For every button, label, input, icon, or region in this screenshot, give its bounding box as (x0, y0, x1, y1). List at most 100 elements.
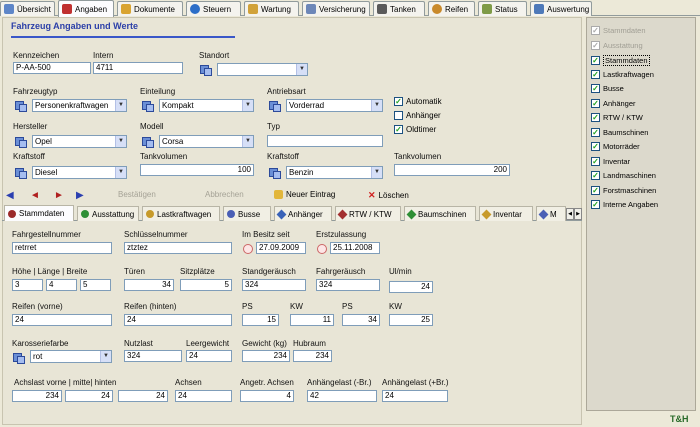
reifen-vorne-input[interactable]: 24 (12, 314, 112, 326)
category-item[interactable]: ✓ Baumschinen (591, 127, 648, 137)
kraftstoff1-picker-icon[interactable] (15, 167, 27, 179)
erstzulassung-input[interactable]: 25.11.2008 (330, 242, 380, 254)
subtab-lastkraftwagen[interactable]: Lastkraftwagen (142, 206, 220, 221)
schluesselnummer-input[interactable]: ztztez (124, 242, 232, 254)
fahrgeraeusch-input[interactable]: 324 (316, 279, 380, 291)
subtab-more[interactable]: M (536, 206, 566, 221)
scroll-right-icon[interactable]: ▶ (574, 208, 582, 220)
fahrzeugtyp-picker-icon[interactable] (15, 100, 27, 112)
neuer-eintrag-button[interactable]: Neuer Eintrag (274, 190, 335, 199)
automatik-checkbox[interactable]: ✓ Automatik (394, 97, 442, 106)
anhaengelast-br-input[interactable]: 42 (307, 390, 377, 402)
subtab-inventar[interactable]: Inventar (479, 206, 533, 221)
tab-status[interactable]: Status (478, 1, 527, 16)
anhaengelast-pbr-input[interactable]: 24 (382, 390, 448, 402)
besitz-input[interactable]: 27.09.2009 (256, 242, 306, 254)
antriebsart-picker-icon[interactable] (269, 100, 281, 112)
next-record-icon[interactable]: ► (54, 190, 64, 201)
kw1-input[interactable]: 11 (290, 314, 334, 326)
subtab-baumschinen[interactable]: Baumschinen (404, 206, 476, 221)
category-item[interactable]: ✓ Ausstattung (591, 40, 643, 50)
last-record-icon[interactable]: ▶ (76, 190, 84, 201)
hoehe-input[interactable]: 3 (12, 279, 43, 291)
category-item[interactable]: ✓ Interne Angaben (591, 200, 658, 209)
loeschen-button[interactable]: ✕ Löschen (368, 190, 409, 201)
antriebsart-select[interactable]: Vorderrad ▼ (286, 99, 383, 112)
achsen-input[interactable]: 24 (175, 390, 232, 402)
tab-auswertung[interactable]: Auswertung (530, 1, 592, 16)
reifen-hinten-input[interactable]: 24 (124, 314, 232, 326)
tab-uebersicht[interactable]: Übersicht (0, 1, 55, 16)
achslast-vorne-input[interactable]: 234 (12, 390, 62, 402)
ps1-input[interactable]: 15 (242, 314, 279, 326)
intern-input[interactable]: 4711 (93, 62, 183, 74)
karosseriefarbe-select[interactable]: rot ▼ (30, 350, 112, 363)
category-item[interactable]: ✓ Lastkraftwagen (591, 69, 654, 79)
calendar-icon[interactable] (317, 244, 327, 254)
tueren-input[interactable]: 34 (124, 279, 174, 291)
tab-wartung[interactable]: Wartung (244, 1, 299, 16)
category-item[interactable]: ✓ Motorräder (591, 142, 640, 151)
standort-select[interactable]: ▼ (217, 63, 308, 76)
subtab-rtw-ktw[interactable]: RTW / KTW (335, 206, 401, 221)
calendar-icon[interactable] (243, 244, 253, 254)
subtab-busse[interactable]: Busse (223, 206, 271, 221)
hersteller-picker-icon[interactable] (15, 136, 27, 148)
category-item[interactable]: ✓ Landmaschinen (591, 171, 656, 180)
ulmin-input[interactable]: 24 (389, 281, 433, 293)
anhaenger-checkbox[interactable]: Anhänger (394, 111, 441, 120)
tab-versicherung[interactable]: Versicherung (302, 1, 370, 16)
einteilung-picker-icon[interactable] (142, 100, 154, 112)
bestaetigen-button[interactable]: Bestätigen (118, 190, 156, 199)
previous-record-icon[interactable]: ◄ (30, 190, 40, 201)
fahrgestellnummer-input[interactable]: retrret (12, 242, 112, 254)
category-item[interactable]: ✓ Inventar (591, 156, 630, 166)
kraftstoff2-select[interactable]: Benzin ▼ (286, 166, 383, 179)
sitzplaetze-input[interactable]: 5 (180, 279, 232, 291)
subtab-stammdaten[interactable]: Stammdaten (4, 205, 74, 221)
breite-input[interactable]: 5 (80, 279, 111, 291)
hubraum-input[interactable]: 234 (293, 350, 332, 362)
typ-input[interactable] (267, 135, 383, 147)
karosseriefarbe-picker-icon[interactable] (13, 352, 25, 364)
einteilung-select[interactable]: Kompakt ▼ (159, 99, 254, 112)
hersteller-select[interactable]: Opel ▼ (32, 135, 127, 148)
subtab-ausstattung[interactable]: Ausstattung (77, 206, 139, 221)
subtab-anhaenger[interactable]: Anhänger (274, 206, 332, 221)
category-item[interactable]: ✓ RTW / KTW (591, 113, 643, 122)
scroll-left-icon[interactable]: ◀ (566, 208, 574, 220)
tab-angaben[interactable]: Angaben (58, 0, 114, 17)
tab-reifen[interactable]: Reifen (428, 1, 475, 16)
section-title: Fahrzeug Angaben und Werte (11, 21, 139, 31)
achslast-hinten-input[interactable]: 24 (118, 390, 168, 402)
nutzlast-input[interactable]: 324 (124, 350, 182, 362)
ps2-input[interactable]: 34 (342, 314, 380, 326)
achslast-mitte-input[interactable]: 24 (65, 390, 113, 402)
category-item[interactable]: ✓ Forstmaschinen (591, 185, 656, 195)
modell-select[interactable]: Corsa ▼ (159, 135, 254, 148)
tankvolumen1-input[interactable]: 100 (140, 164, 254, 176)
category-item[interactable]: ✓ Busse (591, 84, 624, 93)
fahrzeugtyp-select[interactable]: Personenkraftwagen ▼ (32, 99, 127, 112)
modell-picker-icon[interactable] (142, 136, 154, 148)
category-item[interactable]: ✓ Anhänger (591, 98, 636, 108)
leergewicht-input[interactable]: 24 (186, 350, 232, 362)
tankvolumen2-input[interactable]: 200 (394, 164, 510, 176)
first-record-icon[interactable]: ◀ (6, 190, 14, 201)
kennzeichen-input[interactable]: P-AA-500 (13, 62, 91, 74)
angetr-achsen-input[interactable]: 4 (240, 390, 294, 402)
laenge-input[interactable]: 4 (46, 279, 77, 291)
kraftstoff1-select[interactable]: Diesel ▼ (32, 166, 127, 179)
tab-dokumente[interactable]: Dokumente (117, 1, 183, 16)
kraftstoff2-picker-icon[interactable] (269, 167, 281, 179)
category-item[interactable]: ✓ Stammdaten (591, 55, 650, 66)
standgeraeusch-input[interactable]: 324 (242, 279, 306, 291)
tab-steuern[interactable]: Steuern (186, 1, 241, 16)
gewicht-input[interactable]: 234 (242, 350, 290, 362)
abbrechen-button[interactable]: Abbrechen (205, 190, 244, 199)
oldtimer-checkbox[interactable]: ✓ Oldtimer (394, 125, 436, 134)
category-item[interactable]: ✓ Stammdaten (591, 26, 646, 35)
tab-tanken[interactable]: Tanken (373, 1, 425, 16)
standort-picker-icon[interactable] (200, 64, 212, 76)
kw2-input[interactable]: 25 (389, 314, 433, 326)
